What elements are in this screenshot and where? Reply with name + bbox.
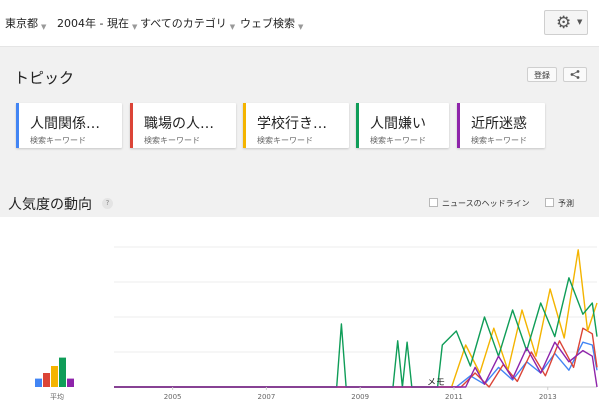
x-tick-label: 2011 [445,393,463,401]
average-bar [67,378,74,387]
topic-color-bar [16,103,19,148]
topic-color-bar [243,103,246,148]
help-icon[interactable]: ? [102,198,113,209]
x-tick-label: 2005 [164,393,182,401]
register-button[interactable]: 登録 [527,67,557,82]
news-headlines-label: ニュースのヘッドライン [442,199,530,208]
chevron-down-icon: ▼ [298,23,304,31]
chevron-down-icon: ▼ [131,23,138,31]
topic-type: 検索キーワード [30,136,86,145]
topic-type: 検索キーワード [370,136,426,145]
forecast-label: 予測 [558,199,574,208]
filter-search-type-label: ウェブ検索 [240,17,295,30]
average-bar [59,357,66,387]
x-axis-ticks: 2005 2007 2009 2011 2013 [164,387,557,401]
topic-card-5[interactable]: 近所迷惑 検索キーワード [457,103,545,148]
filter-search-type[interactable]: ウェブ検索 ▼ [240,15,303,31]
filter-period[interactable]: 2004年 - 現在 ▼ [57,15,137,31]
topic-type: 検索キーワード [471,136,527,145]
forecast-checkbox[interactable] [545,198,554,207]
topic-card-4[interactable]: 人間嫌い 検索キーワード [356,103,449,148]
filter-region-label: 東京都 [5,17,38,30]
interest-chart: 2005 2007 2009 2011 2013 平均 メモ [35,246,598,401]
topic-term: 近所迷惑 [471,116,527,132]
topic-type: 検索キーワード [144,136,200,145]
share-icon [570,70,580,79]
filter-region[interactable]: 東京都 ▼ [5,15,46,31]
trend-lines [114,249,598,388]
x-tick-label: 2009 [351,393,369,401]
series-line [114,327,598,388]
topic-term: 学校行き… [257,116,327,132]
topic-card-2[interactable]: 職場の人… 検索キーワード [130,103,236,148]
average-label: 平均 [50,392,64,401]
average-bars [35,357,74,387]
x-tick-label: 2007 [257,393,275,401]
topics-title: トピック [14,69,75,87]
series-line [114,277,598,388]
topic-card-3[interactable]: 学校行き… 検索キーワード [243,103,349,148]
average-bar [35,378,42,387]
topic-term: 人間嫌い [370,116,426,132]
topic-term: 人間関係… [30,116,100,132]
chevron-down-icon: ▼ [41,23,47,31]
interest-title: 人気度の動向 [8,197,92,213]
chevron-down-icon: ▼ [577,18,583,26]
topic-color-bar [356,103,359,148]
average-bar [51,366,58,387]
memo-label: メモ [427,378,445,388]
filter-period-label: 2004年 - 現在 [57,17,129,30]
x-tick-label: 2013 [539,393,557,401]
filter-category-label: すべてのカテゴリ [140,17,227,30]
news-headlines-checkbox[interactable] [429,198,438,207]
average-bar [43,373,50,387]
topic-term: 職場の人… [144,116,214,132]
settings-button[interactable]: ⚙ ▼ [544,10,588,35]
chevron-down-icon: ▼ [229,23,236,31]
topic-color-bar [130,103,133,148]
topic-card-1[interactable]: 人間関係… 検索キーワード [16,103,122,148]
gear-icon: ⚙ [556,13,572,33]
topic-type: 検索キーワード [257,136,313,145]
topic-color-bar [457,103,460,148]
filter-category[interactable]: すべてのカテゴリ ▼ [140,15,235,31]
share-button[interactable] [563,67,587,82]
